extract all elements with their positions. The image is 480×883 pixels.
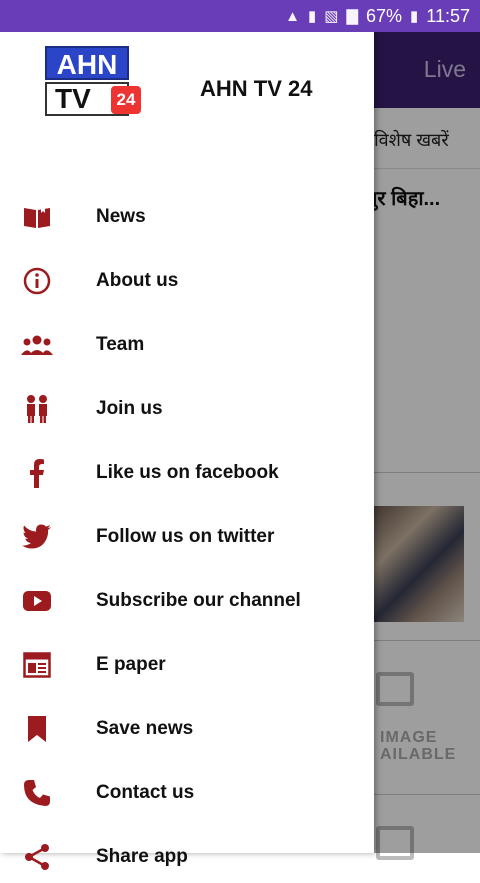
battery-icon: ▮ [410,8,419,25]
app-logo: AHN TV 24 [45,46,145,118]
drawer-title: AHN TV 24 [200,76,313,101]
wifi-icon: ▲ [285,7,300,25]
menu-label: E paper [96,654,166,675]
menu-item-news[interactable]: News [0,191,374,243]
sim-icon: ▮ [307,8,317,25]
team-icon [20,328,54,362]
menu-item-facebook[interactable]: Like us on facebook [0,447,374,499]
menu-label: About us [96,270,179,291]
logo-badge: 24 [111,86,141,114]
menu-label: Like us on facebook [96,462,279,483]
newspaper-icon [20,648,54,682]
menu-item-team[interactable]: Team [0,319,374,371]
menu-item-share[interactable]: Share app [0,831,374,883]
menu-label: Contact us [96,782,195,803]
signal-icon: ▧ [324,8,339,25]
menu-label: Follow us on twitter [96,526,275,547]
people-icon [20,392,54,426]
clock: 11:57 [426,5,470,26]
menu-item-contact[interactable]: Contact us [0,767,374,819]
bookmark-icon [20,712,54,746]
menu-item-youtube[interactable]: Subscribe our channel [0,575,374,627]
battery-level: 67% [365,5,403,26]
book-icon [20,200,54,234]
navigation-drawer: AHN TV 24 AHN TV 24 News About us Team J… [0,32,374,870]
logo-top-text: AHN [45,46,129,80]
info-icon [20,264,54,298]
menu-item-epaper[interactable]: E paper [0,639,374,691]
facebook-icon [20,456,54,490]
twitter-icon [20,520,54,554]
signal-bars-icon: ▇ [346,8,358,25]
menu-label: Join us [96,398,163,419]
menu-item-save-news[interactable]: Save news [0,703,374,755]
menu-label: Save news [96,718,194,739]
menu-label: Subscribe our channel [96,590,301,611]
youtube-icon [20,584,54,618]
menu-label: Team [96,334,145,355]
menu-item-join[interactable]: Join us [0,383,374,435]
status-bar: ▲ ▮ ▧ ▇ 67% ▮ 11:57 [0,0,480,32]
menu-label: Share app [96,846,188,867]
menu-label: News [96,206,146,227]
menu-item-twitter[interactable]: Follow us on twitter [0,511,374,563]
phone-icon [20,776,54,810]
share-icon [20,840,54,874]
menu-item-about[interactable]: About us [0,255,374,307]
